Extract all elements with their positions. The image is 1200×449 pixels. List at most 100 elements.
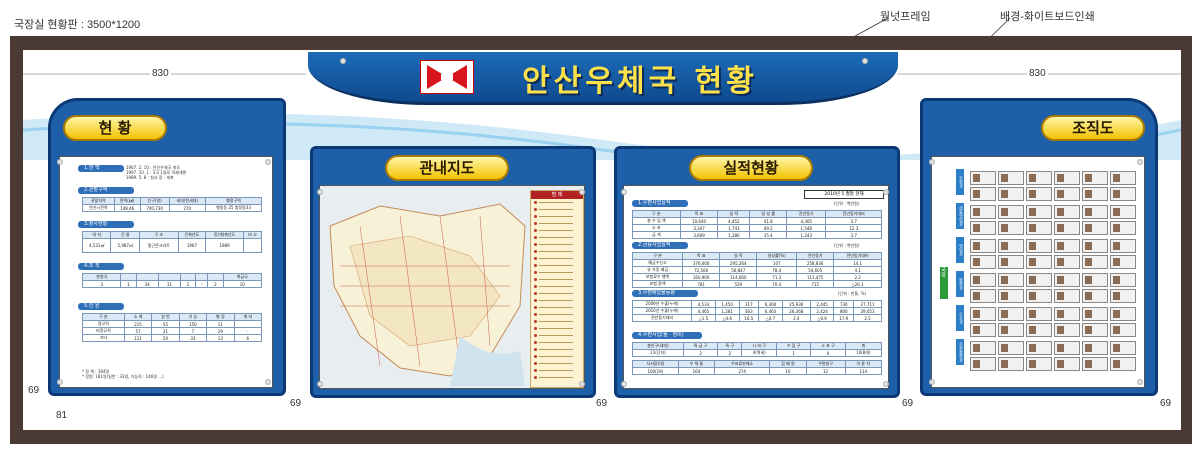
- legend-text-line: [539, 286, 573, 287]
- staff-photo-icon: [973, 292, 980, 300]
- org-staff-card: [998, 221, 1024, 235]
- org-staff-card: [1110, 323, 1136, 337]
- staff-photo-icon: [1029, 258, 1036, 266]
- finance-table: 구 분목 표실 적 달성률(%) 전년동기 전년동기대비 예금수신고 376,000 29…: [631, 252, 882, 288]
- org-staff-card: [1110, 289, 1136, 303]
- staff-photo-icon: [1085, 190, 1092, 198]
- legend-text-line: [539, 377, 573, 378]
- facilities-table: 사서함(대) 우 체 통 우표류판매소 집 배 원 우편창구 이 륜 차 100(19) 1…: [632, 360, 883, 375]
- legend-item: [531, 227, 583, 234]
- staff-photo-icon: [1113, 292, 1120, 300]
- staff-photo-icon: [1085, 224, 1092, 232]
- org-staff-card: [1110, 239, 1136, 253]
- legend-text-line: [539, 251, 573, 252]
- org-group-label: 소포과: [956, 305, 964, 331]
- legend-item: [531, 346, 583, 353]
- section-equipment: 4.우편사업(물 · 정비): [632, 332, 702, 339]
- legend-marker-icon: [534, 278, 537, 281]
- org-staff-card: [1054, 307, 1080, 321]
- org-staff-card: [1110, 357, 1136, 371]
- org-staff-card: [1110, 205, 1136, 219]
- legend-item: [531, 255, 583, 262]
- legend-item: [531, 297, 583, 304]
- section-history: 1.연 혁: [78, 165, 124, 172]
- staff-photo-icon: [1113, 174, 1120, 182]
- org-staff-card: [1082, 205, 1108, 219]
- screw-icon: [862, 58, 868, 64]
- legend-marker-icon: [534, 320, 537, 323]
- status-panel: 현 황 1.연 혁 1967. 2. 10 : 안산우체국 개국 1997. 1…: [48, 98, 286, 396]
- org-staff-card: [1110, 341, 1136, 355]
- legend-marker-icon: [534, 285, 537, 288]
- legend-text-line: [539, 272, 573, 273]
- org-staff-card: [1110, 221, 1136, 235]
- org-staff-card: [1082, 187, 1108, 201]
- org-staff-card: [970, 255, 996, 269]
- org-staff-card: [1054, 205, 1080, 219]
- staff-photo-icon: [1057, 208, 1064, 216]
- postal-table: 구 분목 표실 적달 성 률 전년동기 전년동기대비 총 수 입 액 10,640 4,…: [632, 210, 882, 239]
- org-staff-card: [998, 239, 1024, 253]
- post-office-logo: [420, 60, 474, 94]
- map-legend: 범 례: [530, 190, 584, 388]
- legend-item: [531, 304, 583, 311]
- performance-panel: 실적현황 2010년 5 월말 현재 1.우편사업실적 (단위 : 백만원) 구…: [614, 146, 900, 398]
- legend-marker-icon: [534, 341, 537, 344]
- screw-icon: [265, 159, 271, 165]
- dim-69: 69: [1160, 398, 1172, 409]
- dim-81: 81: [56, 410, 68, 421]
- staff-photo-icon: [1029, 276, 1036, 284]
- legend-item: [531, 262, 583, 269]
- staff-photo-icon: [973, 190, 980, 198]
- legend-marker-icon: [534, 215, 537, 218]
- org-staff-card: [970, 239, 996, 253]
- org-staff-card: [1026, 273, 1052, 287]
- org-staff-card: [1082, 307, 1108, 321]
- org-staff-card: [970, 289, 996, 303]
- staff-photo-icon: [973, 344, 980, 352]
- staff-photo-icon: [1085, 276, 1092, 284]
- legend-item: [531, 311, 583, 318]
- date-box: 2010년 5 월말 현재: [804, 190, 884, 199]
- org-staff-card: [970, 187, 996, 201]
- org-staff-card: [970, 307, 996, 321]
- org-staff-card: [1054, 255, 1080, 269]
- staff-photo-icon: [1029, 208, 1036, 216]
- legend-item: [531, 220, 583, 227]
- org-staff-card: [998, 289, 1024, 303]
- org-staff-card: [1026, 205, 1052, 219]
- legend-item: [531, 213, 583, 220]
- org-staff-card: [1082, 289, 1108, 303]
- legend-item: [531, 276, 583, 283]
- legend-marker-icon: [534, 299, 537, 302]
- staff-photo-icon: [1029, 326, 1036, 334]
- legend-marker-icon: [534, 264, 537, 267]
- screw-icon: [317, 381, 323, 387]
- screw-icon: [621, 189, 627, 195]
- org-group-label: 물류과: [956, 271, 964, 297]
- screw-icon: [340, 58, 346, 64]
- legend-marker-icon: [534, 243, 537, 246]
- legend-item: [531, 241, 583, 248]
- legend-item: [531, 374, 583, 381]
- org-staff-card: [998, 187, 1024, 201]
- org-staff-card: [1026, 323, 1052, 337]
- org-staff-card: [998, 205, 1024, 219]
- staff-photo-icon: [1057, 276, 1064, 284]
- staff-photo-icon: [973, 224, 980, 232]
- status-panel-label: 현 황: [63, 115, 167, 141]
- staff-photo-icon: [1057, 310, 1064, 318]
- section-area: 2.관할구역: [78, 187, 134, 194]
- map-panel-content: 범 례: [319, 185, 585, 389]
- staff-photo-icon: [1001, 242, 1008, 250]
- staff-photo-icon: [1001, 326, 1008, 334]
- staff-photo-icon: [1029, 292, 1036, 300]
- staff-photo-icon: [1001, 224, 1008, 232]
- org-group-label: 영업과: [956, 237, 964, 263]
- staff-photo-icon: [1029, 360, 1036, 368]
- legend-marker-icon: [534, 348, 537, 351]
- legend-marker-icon: [534, 306, 537, 309]
- screw-icon: [883, 189, 889, 195]
- staff-photo-icon: [1057, 292, 1064, 300]
- org-root: 국장: [940, 267, 948, 299]
